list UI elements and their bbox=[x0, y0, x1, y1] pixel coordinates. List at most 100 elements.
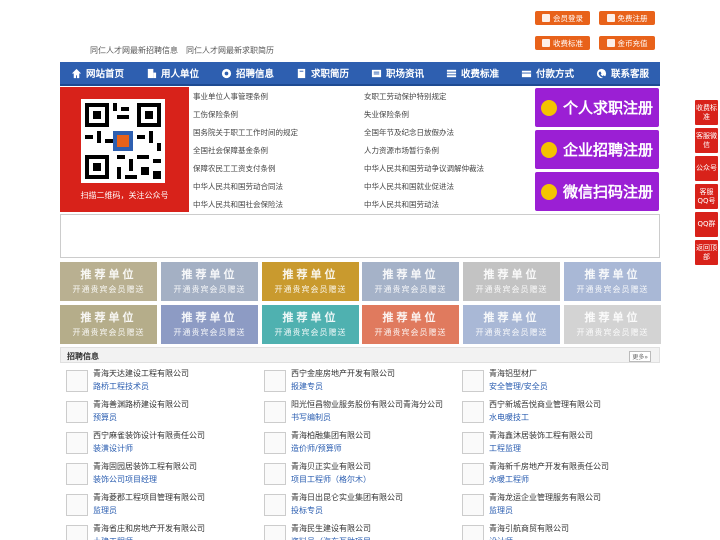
recommend-tile[interactable]: 推荐单位 开通贵宾会员赠送 bbox=[564, 262, 661, 301]
company-name[interactable]: 阳光恒昌物业服务股份有限公司青海分公司 bbox=[291, 399, 443, 410]
header-link-latest-jobs[interactable]: 同仁人才网最新招聘信息 bbox=[90, 45, 178, 56]
job-position[interactable]: 设计师 bbox=[489, 536, 513, 540]
job-position[interactable]: 工程监理 bbox=[489, 443, 521, 454]
company-name[interactable]: 西宁新城吾悦商业管理有限公司 bbox=[489, 399, 601, 410]
news-link[interactable]: 中华人民共和国就业促进法 bbox=[364, 181, 454, 192]
company-name[interactable]: 青海柏融集团有限公司 bbox=[291, 430, 371, 441]
side-qq-group[interactable]: QQ群 bbox=[695, 212, 718, 237]
news-link[interactable]: 中华人民共和国劳动争议调解仲裁法 bbox=[364, 163, 484, 174]
news-link[interactable]: 全国年节及纪念日放假办法 bbox=[364, 127, 454, 138]
job-position[interactable]: 安全管理/安全员 bbox=[489, 381, 548, 392]
recommend-tile[interactable]: 推荐单位 开通贵宾会员赠送 bbox=[161, 305, 258, 344]
nav-home[interactable]: 网站首页 bbox=[60, 62, 135, 84]
nav-resumes[interactable]: 求职简历 bbox=[285, 62, 360, 84]
job-card[interactable]: 西宁金座房地产开发有限公司 报建专员 bbox=[264, 368, 454, 396]
more-link[interactable]: 更多» bbox=[629, 351, 651, 362]
fee-standard-button[interactable]: 收费标准 bbox=[535, 36, 590, 50]
news-link[interactable]: 中华人民共和国劳动合同法 bbox=[193, 181, 283, 192]
job-card[interactable]: 青海天达建设工程有限公司 路桥工程技术员 bbox=[66, 368, 256, 396]
company-name[interactable]: 青海省庄和房地产开发有限公司 bbox=[93, 523, 205, 534]
recommend-tile[interactable]: 推荐单位 开通贵宾会员赠送 bbox=[262, 262, 359, 301]
job-position[interactable]: 书写编制员 bbox=[291, 412, 331, 423]
job-card[interactable]: 青海鑫沐居装饰工程有限公司 工程监理 bbox=[462, 430, 652, 458]
company-name[interactable]: 青海日出昆仑实业集团有限公司 bbox=[291, 492, 403, 503]
job-card[interactable]: 青海日出昆仑实业集团有限公司 投标专员 bbox=[264, 492, 454, 520]
nav-jobs[interactable]: 招聘信息 bbox=[210, 62, 285, 84]
job-card[interactable]: 西宁麻雀装饰设计有限责任公司 装潢设计师 bbox=[66, 430, 256, 458]
header-link-latest-resumes[interactable]: 同仁人才网最新求职简历 bbox=[186, 45, 274, 56]
news-link[interactable]: 失业保险条例 bbox=[364, 109, 409, 120]
job-card[interactable]: 青海引航商贸有限公司设计师 bbox=[462, 523, 652, 540]
company-name[interactable]: 青海鑫沐居装饰工程有限公司 bbox=[489, 430, 593, 441]
job-position[interactable]: 装饰公司项目经理 bbox=[93, 474, 157, 485]
news-link[interactable]: 国务院关于职工工作时间的规定 bbox=[193, 127, 298, 138]
job-position[interactable]: 装潢设计师 bbox=[93, 443, 133, 454]
job-card[interactable]: 青海柏融集团有限公司 造价师/预算师 bbox=[264, 430, 454, 458]
company-name[interactable]: 青海善渊路桥建设有限公司 bbox=[93, 399, 189, 410]
member-login-button[interactable]: 会员登录 bbox=[535, 11, 590, 25]
recommend-tile[interactable]: 推荐单位 开通贵宾会员赠送 bbox=[463, 305, 560, 344]
side-qq[interactable]: 客服QQ号 bbox=[695, 184, 718, 209]
job-position[interactable]: 造价师/预算师 bbox=[291, 443, 342, 454]
recommend-tile[interactable]: 推荐单位 开通贵宾会员赠送 bbox=[362, 305, 459, 344]
company-name[interactable]: 青海贝正实业有限公司 bbox=[291, 461, 371, 472]
news-link[interactable]: 保障农民工工资支付条例 bbox=[193, 163, 276, 174]
banner-ad[interactable] bbox=[60, 214, 660, 258]
job-card[interactable]: 青海贝正实业有限公司 项目工程师（格尔木） bbox=[264, 461, 454, 489]
company-name[interactable]: 青海固园居装饰工程有限公司 bbox=[93, 461, 197, 472]
personal-register-button[interactable]: 个人求职注册 bbox=[535, 88, 659, 127]
company-name[interactable]: 青海菱郡工程项目管理有限公司 bbox=[93, 492, 205, 503]
job-position[interactable]: 监理员 bbox=[489, 505, 513, 516]
recommend-tile[interactable]: 推荐单位 开通贵宾会员赠送 bbox=[60, 262, 157, 301]
recommend-tile[interactable]: 推荐单位 开通贵宾会员赠送 bbox=[262, 305, 359, 344]
job-position[interactable]: 水暖工程师 bbox=[489, 474, 529, 485]
company-name[interactable]: 西宁麻雀装饰设计有限责任公司 bbox=[93, 430, 205, 441]
company-register-button[interactable]: 企业招聘注册 bbox=[535, 130, 659, 169]
news-link[interactable]: 事业单位人事管理条例 bbox=[193, 91, 268, 102]
company-name[interactable]: 青海天达建设工程有限公司 bbox=[93, 368, 189, 379]
job-position[interactable]: 投标专员 bbox=[291, 505, 323, 516]
nav-fees[interactable]: 收费标准 bbox=[435, 62, 510, 84]
news-link[interactable]: 工伤保险条例 bbox=[193, 109, 238, 120]
recommend-tile[interactable]: 推荐单位 开通贵宾会员赠送 bbox=[161, 262, 258, 301]
job-position[interactable]: 路桥工程技术员 bbox=[93, 381, 149, 392]
job-position[interactable]: 资料员（海东互助项目 bbox=[291, 536, 371, 540]
company-name[interactable]: 西宁金座房地产开发有限公司 bbox=[291, 368, 395, 379]
recommend-tile[interactable]: 推荐单位 开通贵宾会员赠送 bbox=[60, 305, 157, 344]
recommend-tile[interactable]: 推荐单位 开通贵宾会员赠送 bbox=[463, 262, 560, 301]
job-card[interactable]: 青海铝型材厂 安全管理/安全员 bbox=[462, 368, 652, 396]
job-card[interactable]: 青海善渊路桥建设有限公司 预算员 bbox=[66, 399, 256, 427]
job-card[interactable]: 青海菱郡工程项目管理有限公司 监理员 bbox=[66, 492, 256, 520]
job-card[interactable]: 青海新千房地产开发有限责任公司 水暖工程师 bbox=[462, 461, 652, 489]
job-position[interactable]: 项目工程师（格尔木） bbox=[291, 474, 371, 485]
news-link[interactable]: 中华人民共和国劳动法 bbox=[364, 199, 439, 210]
company-name[interactable]: 青海铝型材厂 bbox=[489, 368, 537, 379]
company-name[interactable]: 青海引航商贸有限公司 bbox=[489, 523, 569, 534]
job-card[interactable]: 阳光恒昌物业服务股份有限公司青海分公司 书写编制员 bbox=[264, 399, 454, 427]
job-card[interactable]: 青海龙运企业管理服务有限公司 监理员 bbox=[462, 492, 652, 520]
job-position[interactable]: 水电暖技工 bbox=[489, 412, 529, 423]
news-link[interactable]: 全国社会保障基金条例 bbox=[193, 145, 268, 156]
news-link[interactable]: 人力资源市场暂行条例 bbox=[364, 145, 439, 156]
job-card[interactable]: 青海民生建设有限公司资料员（海东互助项目 bbox=[264, 523, 454, 540]
coin-recharge-button[interactable]: 金币充值 bbox=[599, 36, 655, 50]
job-card[interactable]: 西宁新城吾悦商业管理有限公司 水电暖技工 bbox=[462, 399, 652, 427]
news-link[interactable]: 女职工劳动保护特别规定 bbox=[364, 91, 447, 102]
recommend-tile[interactable]: 推荐单位 开通贵宾会员赠送 bbox=[362, 262, 459, 301]
nav-employers[interactable]: 用人单位 bbox=[135, 62, 210, 84]
nav-news[interactable]: 职场资讯 bbox=[360, 62, 435, 84]
side-fee[interactable]: 收费标准 bbox=[695, 100, 718, 125]
job-position[interactable]: 报建专员 bbox=[291, 381, 323, 392]
company-name[interactable]: 青海民生建设有限公司 bbox=[291, 523, 371, 534]
job-position[interactable]: 土建工程师 bbox=[93, 536, 133, 540]
job-card[interactable]: 青海省庄和房地产开发有限公司土建工程师 bbox=[66, 523, 256, 540]
job-position[interactable]: 监理员 bbox=[93, 505, 117, 516]
side-back-top[interactable]: 返回顶部 bbox=[695, 240, 718, 265]
nav-contact[interactable]: 联系客服 bbox=[585, 62, 660, 84]
news-link[interactable]: 中华人民共和国社会保险法 bbox=[193, 199, 283, 210]
wechat-register-button[interactable]: 微信扫码注册 bbox=[535, 172, 659, 211]
job-position[interactable]: 预算员 bbox=[93, 412, 117, 423]
side-wechat[interactable]: 客服微信 bbox=[695, 128, 718, 153]
job-card[interactable]: 青海固园居装饰工程有限公司 装饰公司项目经理 bbox=[66, 461, 256, 489]
side-official[interactable]: 公众号 bbox=[695, 156, 718, 181]
